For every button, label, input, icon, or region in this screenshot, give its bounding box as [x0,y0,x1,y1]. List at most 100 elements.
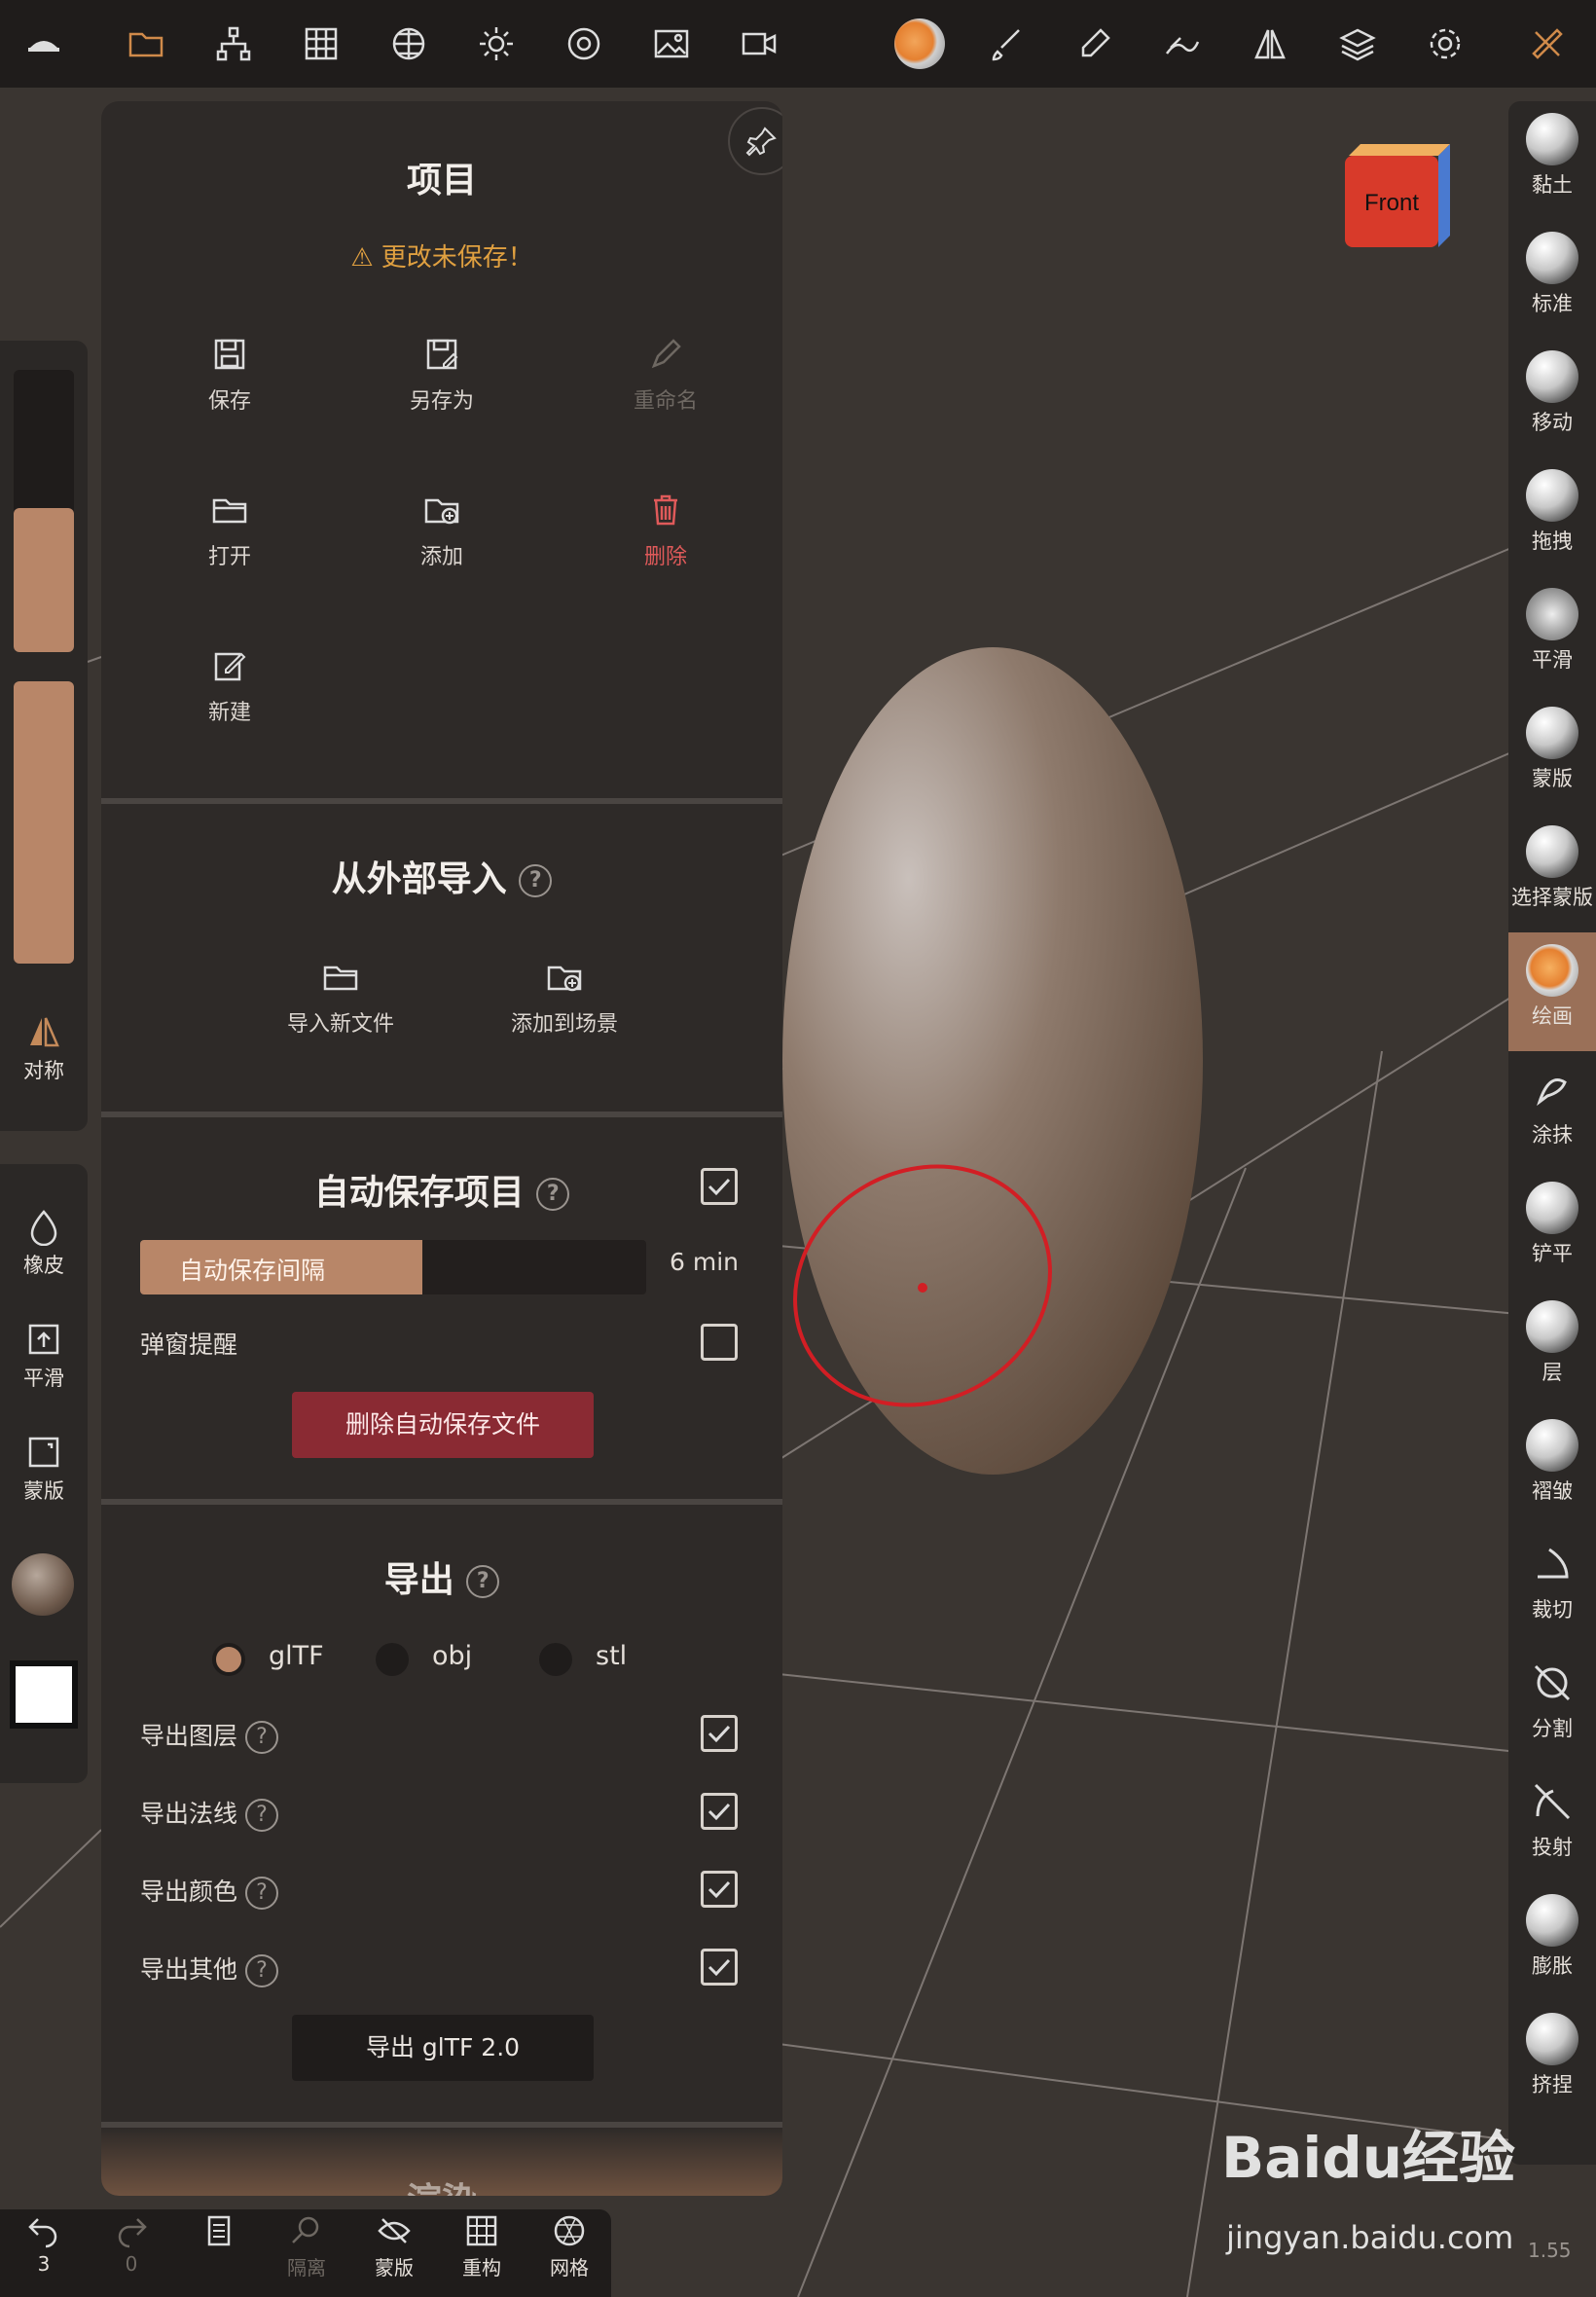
save-as-button[interactable]: 另存为 [354,335,529,452]
grid-icon[interactable] [277,0,365,88]
export-gltf-button[interactable]: 导出 glTF 2.0 [292,2015,594,2081]
tool-label: 拖拽 [1532,529,1573,553]
mask-tool[interactable]: 蒙版 [0,1433,88,1505]
new-button[interactable]: 新建 [142,646,317,763]
popup-label: 弹窗提醒 [140,1331,238,1359]
brush-icon[interactable] [963,0,1051,88]
export-option-layers: 导出图层 ? [140,1717,278,1754]
smooth-tool[interactable]: 平滑 [0,1320,88,1392]
mesh-sphere-icon[interactable] [365,0,453,88]
settings-icon[interactable] [1401,0,1489,88]
autosave-checkbox[interactable] [701,1168,738,1205]
import-file-button[interactable]: 导入新文件 [253,958,428,1075]
redo-button[interactable]: 0 [88,2213,175,2297]
tool-label: 移动 [1532,411,1573,434]
tool-inflate[interactable]: 膨胀 [1508,1882,1596,2001]
radio-obj[interactable] [376,1643,409,1676]
help-icon[interactable]: ? [244,1721,278,1754]
help-icon[interactable]: ? [519,864,553,897]
picker-icon[interactable] [1051,0,1139,88]
help-icon[interactable]: ? [244,1954,278,1987]
video-icon[interactable] [715,0,803,88]
tool-standard[interactable]: 标准 [1508,220,1596,339]
tool-move[interactable]: 移动 [1508,339,1596,457]
save-icon [214,339,245,370]
remesh-button[interactable]: 重构 [438,2213,526,2297]
tool-split[interactable]: 分割 [1508,1645,1596,1764]
symmetry-icon[interactable] [1226,0,1314,88]
popup-checkbox[interactable] [701,1324,738,1361]
wireframe-button[interactable]: 网格 [526,2213,613,2297]
folder-icon[interactable] [102,0,190,88]
mask-visibility-label: 蒙版 [375,2256,414,2279]
tool-label: 平滑 [1532,648,1573,672]
undo-button[interactable]: 3 [0,2213,88,2297]
crease-brush-icon [1526,1419,1578,1472]
aperture-icon[interactable] [540,0,628,88]
mask-visibility-button[interactable]: 蒙版 [350,2213,438,2297]
delete-button[interactable]: 删除 [578,491,753,607]
open-button[interactable]: 打开 [142,491,317,607]
tool-smooth[interactable]: 平滑 [1508,576,1596,695]
export-layers-checkbox[interactable] [701,1715,738,1752]
export-other-checkbox[interactable] [701,1949,738,1986]
tool-select-mask[interactable]: 选择蒙版 [1508,814,1596,932]
symmetry-icon [30,1017,59,1047]
rename-button[interactable]: 重命名 [578,335,753,452]
notes-button[interactable] [175,2213,263,2297]
radio-stl[interactable] [539,1643,572,1676]
tool-trim[interactable]: 裁切 [1508,1526,1596,1645]
help-icon[interactable]: ? [536,1178,570,1211]
delete-autosave-button[interactable]: 删除自动保存文件 [292,1392,594,1458]
tool-clay[interactable]: 黏土 [1508,101,1596,220]
eraser-tool[interactable]: 橡皮 [0,1207,88,1279]
tool-mask[interactable]: 蒙版 [1508,695,1596,814]
export-normals-checkbox[interactable] [701,1793,738,1830]
help-icon[interactable]: ? [244,1877,278,1910]
layers-icon[interactable] [1314,0,1401,88]
symmetry-toggle[interactable]: 对称 [0,1012,88,1084]
smudge-icon [1537,1078,1567,1107]
tools-icon[interactable] [1504,0,1591,88]
add-label: 添加 [419,545,463,569]
tool-project[interactable]: 投射 [1508,1764,1596,1882]
help-icon[interactable]: ? [466,1565,500,1598]
stroke-icon[interactable] [1139,0,1226,88]
export-option-normals: 导出法线 ? [140,1795,278,1832]
project-title: 项目 [406,161,477,201]
divider [101,798,782,804]
material-preview[interactable] [12,1553,74,1616]
light-icon[interactable] [453,0,540,88]
view-cube[interactable]: Front [1341,140,1450,249]
standard-brush-icon [1526,232,1578,284]
eraser-label: 橡皮 [23,1254,64,1277]
tool-label: 绘画 [1532,1004,1573,1028]
tool-smudge[interactable]: 涂抹 [1508,1051,1596,1170]
material-ball-icon[interactable] [876,0,963,88]
top-toolbar [0,0,1596,88]
add-to-scene-button[interactable]: 添加到场景 [477,958,652,1075]
scene-tree-icon[interactable] [190,0,277,88]
export-colors-checkbox[interactable] [701,1871,738,1908]
pinch-brush-icon [1526,2013,1578,2065]
radio-gltf[interactable] [212,1643,245,1676]
help-icon[interactable]: ? [244,1799,278,1832]
logo-icon[interactable] [0,0,88,88]
add-button[interactable]: 添加 [354,491,529,607]
interval-value: 6 min [670,1248,739,1276]
color-swatch[interactable] [10,1660,78,1729]
autosave-title: 自动保存项目 ? [101,1164,782,1215]
tool-crease[interactable]: 褶皱 [1508,1407,1596,1526]
isolate-button[interactable]: 隔离 [263,2213,350,2297]
autosave-interval-slider[interactable]: 自动保存间隔 [140,1240,646,1294]
image-icon[interactable] [628,0,715,88]
tool-paint[interactable]: 绘画 [1508,932,1596,1051]
save-button[interactable]: 保存 [142,335,317,452]
tool-pinch[interactable]: 挤捏 [1508,2001,1596,2120]
tool-layer[interactable]: 层 [1508,1289,1596,1407]
tool-label: 涂抹 [1532,1123,1573,1147]
tool-drag[interactable]: 拖拽 [1508,457,1596,576]
radius-slider[interactable] [14,370,74,652]
tool-flatten[interactable]: 铲平 [1508,1170,1596,1289]
intensity-slider[interactable] [14,681,74,964]
